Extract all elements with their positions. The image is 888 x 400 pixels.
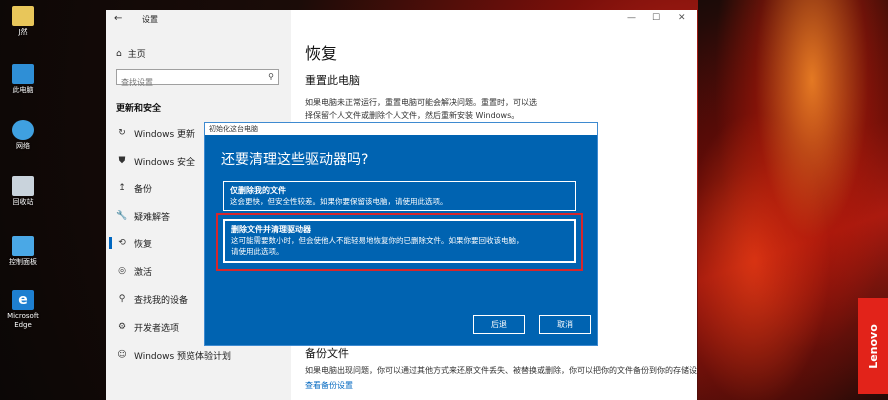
desktop-icon-user[interactable]: J然 — [4, 6, 42, 37]
home-icon: ⌂ — [116, 48, 122, 59]
title-bar: ← 设置 — ☐ ✕ — [106, 10, 697, 28]
location-icon: ⚲ — [118, 294, 126, 304]
shield-icon: ⛊ — [118, 156, 126, 166]
section-heading: 更新和安全 — [116, 104, 162, 114]
reset-description-1: 如果电脑未正常运行，重置电脑可能会解决问题。重置时，可以选 — [305, 98, 537, 107]
reset-heading: 重置此电脑 — [305, 74, 360, 87]
option-remove-files-only[interactable]: 仅删除我的文件 这会更快，但安全性较差。如果你要保留该电脑，请使用此选项。 — [223, 181, 576, 211]
network-icon — [12, 120, 34, 140]
edge-icon: e — [12, 290, 34, 310]
back-button[interactable]: 后退 — [473, 315, 525, 334]
cancel-button[interactable]: 取消 — [539, 315, 591, 334]
dialog-question: 还要清理这些驱动器吗? — [221, 152, 369, 168]
recovery-icon: ⟲ — [118, 238, 126, 248]
search-box[interactable]: ⚲ — [116, 69, 279, 90]
close-button[interactable]: ✕ — [678, 13, 686, 23]
page-title: 恢复 — [305, 44, 338, 63]
wrench-icon: 🔧 — [116, 211, 128, 221]
search-icon: ⚲ — [268, 72, 274, 81]
backup-heading: 备份文件 — [305, 347, 349, 360]
developer-icon: ⚙ — [117, 322, 127, 332]
desktop-icon-edge[interactable]: e Microsoft Edge — [4, 290, 42, 330]
desktop-icon-control-panel[interactable]: 控制面板 — [4, 236, 42, 267]
search-input[interactable] — [117, 75, 265, 90]
backup-icon: ↥ — [118, 183, 126, 193]
computer-icon — [12, 64, 34, 84]
recycle-bin-icon — [12, 176, 34, 196]
backup-settings-link[interactable]: 查看备份设置 — [305, 380, 353, 391]
backup-description: 如果电脑出现问题，你可以通过其他方式来还原文件丢失、被替换或删除，你可以把你的文… — [305, 366, 697, 375]
refresh-icon: ↻ — [118, 128, 126, 138]
minimize-button[interactable]: — — [627, 13, 636, 23]
sidebar-item-insider[interactable]: ☺ Windows 预览体验计划 — [106, 345, 291, 365]
control-panel-icon — [12, 236, 34, 256]
back-arrow-icon[interactable]: ← — [114, 13, 122, 24]
desktop-icon-recycle[interactable]: 回收站 — [4, 176, 42, 207]
desktop-icon-network[interactable]: 网络 — [4, 120, 42, 151]
highlight-box — [216, 213, 583, 271]
insider-icon: ☺ — [117, 350, 127, 360]
lenovo-logo: Lenovo — [858, 298, 888, 394]
user-folder-icon — [12, 6, 34, 26]
activation-icon: ◎ — [118, 266, 126, 276]
dialog-titlebar: 初始化这台电脑 — [205, 123, 597, 135]
window-title: 设置 — [142, 15, 158, 24]
maximize-button[interactable]: ☐ — [652, 13, 660, 23]
reset-description-2: 择保留个人文件或删除个人文件，然后重新安装 Windows。 — [305, 111, 520, 120]
home-nav[interactable]: ⌂ 主页 — [116, 47, 146, 61]
desktop-icon-computer[interactable]: 此电脑 — [4, 64, 42, 95]
desktop-icons: J然 此电脑 网络 回收站 控制面板 e Microsoft Edge — [0, 0, 44, 400]
